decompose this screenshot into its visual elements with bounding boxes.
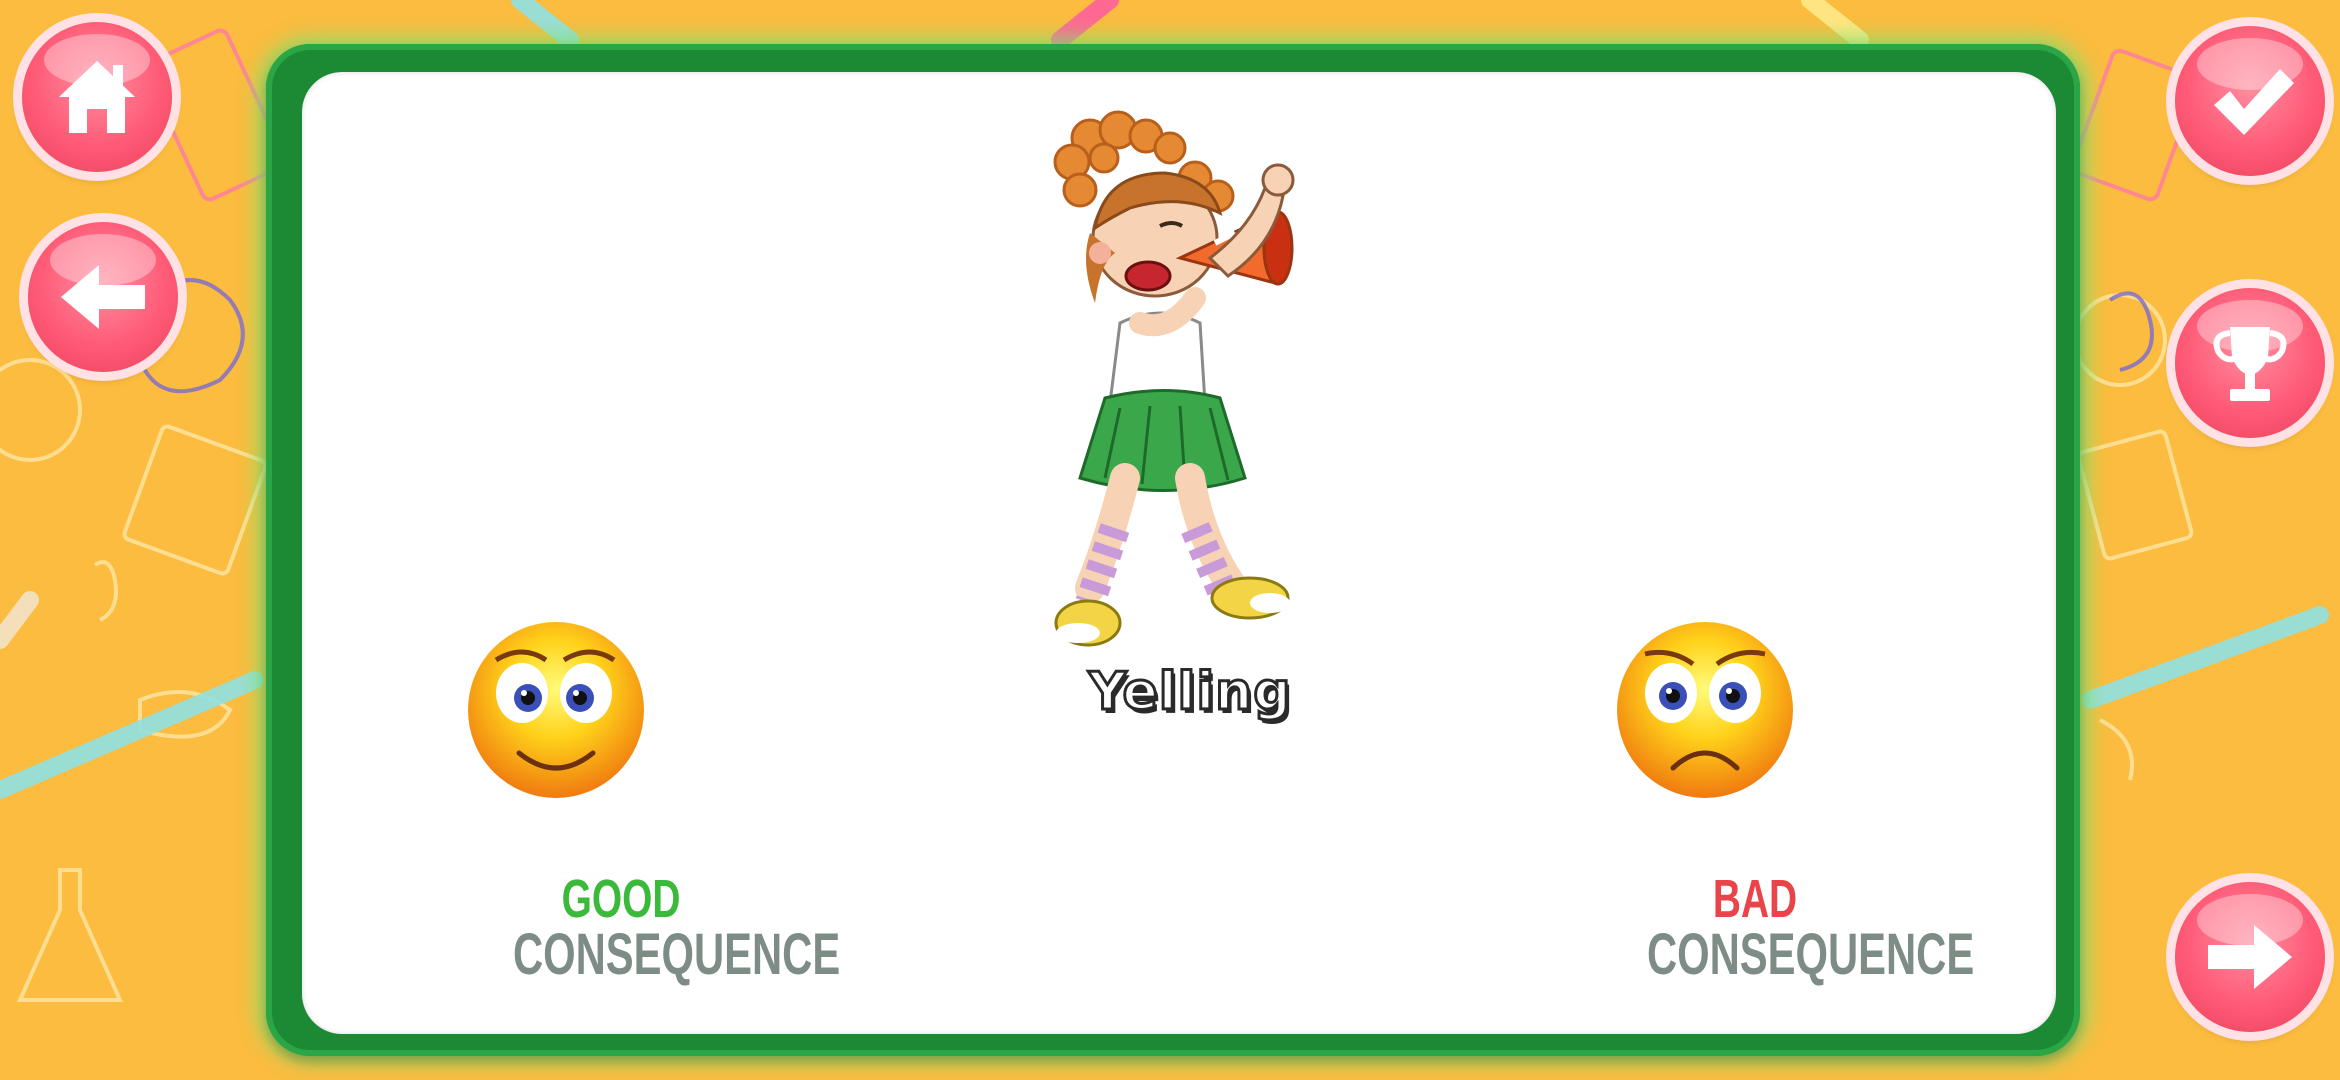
arrow-left-icon: [61, 265, 145, 329]
bad-label: BAD: [1712, 869, 1798, 929]
bad-consequence-text: CONSEQUENCE: [1647, 922, 1975, 987]
good-consequence-text: CONSEQUENCE: [513, 922, 841, 987]
good-consequence-label[interactable]: GOOD CONSEQUENCE: [471, 869, 841, 987]
checkmark-icon: [2214, 69, 2294, 135]
trophy-button[interactable]: [2175, 288, 2325, 438]
arrow-right-icon: [2208, 925, 2292, 989]
trophy-icon: [2213, 327, 2287, 401]
behavior-caption: Yelling: [1087, 661, 1292, 724]
next-button[interactable]: [2175, 882, 2325, 1032]
bad-consequence-label[interactable]: BAD CONSEQUENCE: [1605, 869, 1975, 987]
sad-face-icon[interactable]: [1613, 618, 1797, 802]
good-label: GOOD: [561, 869, 681, 929]
yelling-girl-illustration: [1053, 110, 1295, 647]
home-icon: [59, 61, 135, 133]
home-button[interactable]: [22, 22, 172, 172]
smiling-face-icon[interactable]: [464, 618, 648, 802]
back-button[interactable]: [28, 222, 178, 372]
done-button[interactable]: [2175, 26, 2325, 176]
